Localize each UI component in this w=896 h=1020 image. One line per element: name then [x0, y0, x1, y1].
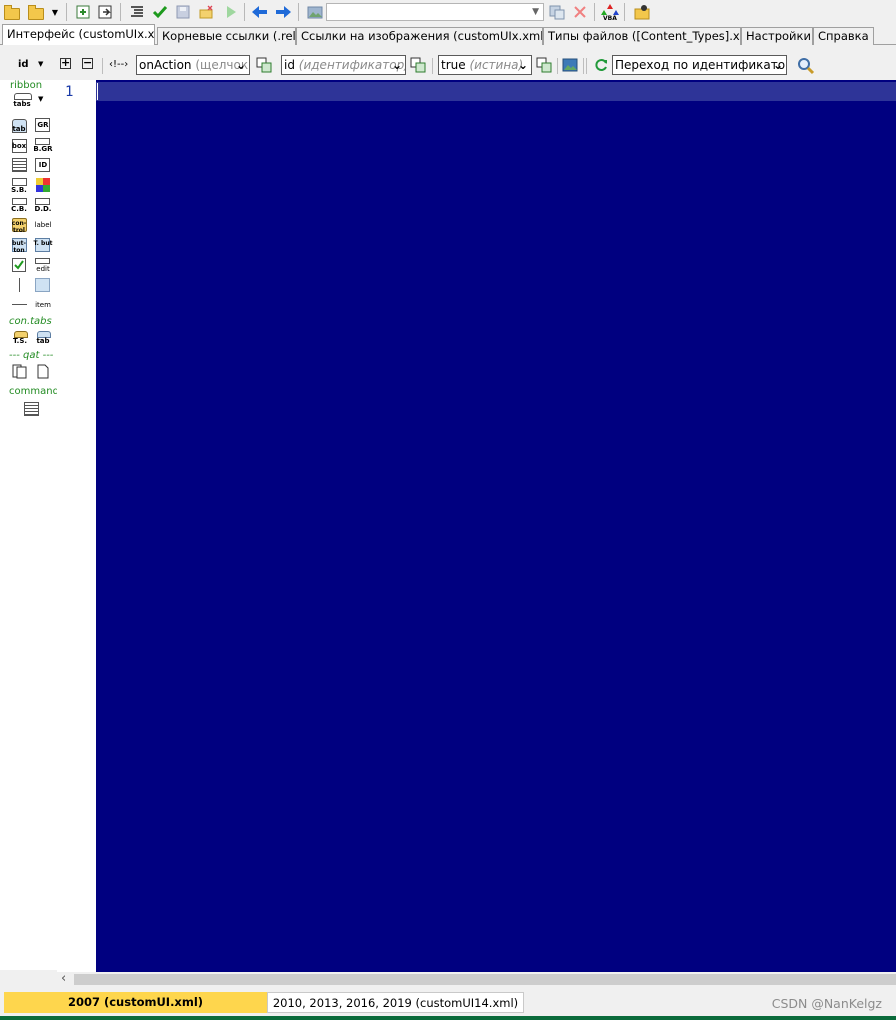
- palette-ribbon-header: ribbon: [10, 80, 43, 91]
- shared-controls-icon[interactable]: [12, 364, 28, 379]
- callback-select[interactable]: onAction (щелчок ⌄: [136, 55, 250, 75]
- horizontal-scrollbar[interactable]: ‹: [57, 972, 896, 987]
- insert-image-icon[interactable]: [548, 3, 566, 21]
- palette-toggle-button[interactable]: T. but: [33, 240, 53, 247]
- xml-toolbar: id ▼ + − ‹!--› onAction (щелчок ⌄ id (иде…: [0, 53, 896, 79]
- back-arrow-icon[interactable]: [251, 3, 269, 21]
- document-tabs: Интерфейс (customUIx.xml) Корневые ссылк…: [0, 24, 896, 45]
- id-dropdown-icon[interactable]: ▼: [38, 60, 43, 68]
- palette-button-group[interactable]: B.GR: [33, 146, 53, 153]
- tab-root-rels[interactable]: Корневые ссылки (.rels): [157, 27, 296, 45]
- attribute-select[interactable]: id (идентификатор) ⌄: [281, 55, 406, 75]
- dialog-launcher-icon[interactable]: [35, 278, 50, 292]
- generate-callbacks-icon[interactable]: [222, 3, 240, 21]
- palette-group[interactable]: GR: [33, 122, 53, 129]
- palette-contextual-tabs-header: con.tabs: [9, 316, 52, 327]
- expand-plus-icon[interactable]: +: [60, 57, 71, 69]
- current-line-highlight: [96, 82, 896, 101]
- tab-content-types[interactable]: Типы файлов ([Content_Types].xml): [543, 27, 741, 45]
- palette-edit[interactable]: edit: [33, 266, 53, 273]
- image-combo[interactable]: ▼: [326, 3, 544, 21]
- palette-commands-header: commands: [9, 386, 65, 397]
- goto-select[interactable]: Переход по идентификатору ⌄: [612, 55, 787, 75]
- palette-dropdown[interactable]: D.D.: [33, 206, 53, 213]
- forward-arrow-icon[interactable]: [274, 3, 292, 21]
- insert-attribute-icon[interactable]: [410, 57, 426, 73]
- separator-icon[interactable]: [19, 278, 20, 292]
- text-caret: [97, 83, 98, 100]
- dropdown-icon[interactable]: [35, 198, 50, 205]
- checkbox-icon[interactable]: [12, 258, 26, 272]
- picture-icon[interactable]: [562, 57, 578, 73]
- editbox-icon[interactable]: [35, 258, 50, 264]
- image-icon[interactable]: [306, 3, 324, 21]
- insert-ui-part-icon[interactable]: [74, 3, 92, 21]
- combobox-icon[interactable]: [12, 198, 27, 205]
- tabs-dropdown-icon[interactable]: ▼: [38, 95, 43, 103]
- main-toolbar: ▼ ▼ VBA: [0, 0, 896, 24]
- palette-item[interactable]: item: [33, 302, 53, 309]
- id-label[interactable]: id: [18, 59, 29, 70]
- comment-button[interactable]: ‹!--›: [109, 59, 128, 70]
- palette-control[interactable]: con-trol: [9, 220, 29, 234]
- palette-qat-header: --- qat ---: [9, 350, 54, 361]
- watermark: CSDN @NanKelgz: [771, 996, 882, 1011]
- tab-help[interactable]: Справка: [813, 27, 874, 45]
- palette-button[interactable]: but-ton: [9, 240, 29, 254]
- bottom-border: [0, 1016, 896, 1020]
- tab-customui-2007[interactable]: 2007 (customUI.xml): [4, 992, 267, 1013]
- menu-separator-icon[interactable]: [12, 304, 27, 305]
- line-number-gutter: 1: [57, 80, 96, 972]
- refresh-icon[interactable]: [593, 57, 609, 73]
- palette-split-button[interactable]: S.B.: [9, 187, 29, 194]
- palette-tabs[interactable]: tabs: [12, 101, 32, 108]
- search-icon[interactable]: [797, 57, 815, 75]
- scroll-left-arrow-icon[interactable]: ‹: [61, 972, 66, 986]
- line-number: 1: [65, 84, 74, 100]
- save-icon[interactable]: [174, 3, 192, 21]
- palette-combobox[interactable]: C.B.: [9, 206, 29, 213]
- palette-tabset[interactable]: T.S.: [10, 338, 30, 345]
- boolean-select[interactable]: true (истина) ⌄: [438, 55, 532, 75]
- palette-context-tab[interactable]: tab: [33, 338, 53, 345]
- insert-ui14-part-icon[interactable]: [96, 3, 114, 21]
- tab-settings[interactable]: Настройки: [741, 27, 813, 45]
- delete-x-icon[interactable]: [571, 3, 589, 21]
- validate-check-icon[interactable]: [151, 3, 169, 21]
- palette-id[interactable]: ID: [33, 162, 53, 169]
- scrollbar-thumb[interactable]: [74, 974, 896, 985]
- element-palette: ribbon tabs ▼ tab GR box B.GR ID S.B. C.…: [0, 80, 64, 970]
- split-button-icon[interactable]: [12, 178, 27, 186]
- palette-box[interactable]: box: [9, 143, 29, 150]
- document-controls-icon[interactable]: [37, 364, 49, 379]
- svg-text:VBA: VBA: [603, 15, 617, 21]
- open-recent-icon[interactable]: [27, 3, 45, 21]
- insert-value-icon[interactable]: [536, 57, 552, 73]
- open-folder-icon[interactable]: [3, 3, 21, 21]
- format-xml-icon[interactable]: [128, 3, 146, 21]
- xml-editor[interactable]: [96, 80, 896, 972]
- settings-folder-icon[interactable]: [633, 3, 651, 21]
- collapse-minus-icon[interactable]: −: [82, 57, 93, 69]
- command-icon[interactable]: [24, 402, 39, 416]
- tab-interface[interactable]: Интерфейс (customUIx.xml): [2, 24, 155, 45]
- tabs-shape-icon: [14, 93, 32, 100]
- button-group-icon[interactable]: [35, 138, 50, 145]
- insert-icons-icon[interactable]: [197, 3, 215, 21]
- recent-dropdown-icon[interactable]: ▼: [50, 3, 60, 21]
- tab-image-rels[interactable]: Ссылки на изображения (customUIx.xml.rel…: [296, 27, 543, 45]
- color-grid-icon[interactable]: [36, 178, 50, 192]
- vba-icon[interactable]: VBA: [601, 3, 619, 21]
- insert-callback-icon[interactable]: [256, 57, 272, 73]
- tab-customui14[interactable]: 2010, 2013, 2016, 2019 (customUI14.xml): [267, 992, 524, 1013]
- palette-tab[interactable]: tab: [9, 126, 29, 133]
- gallery-icon[interactable]: [12, 158, 27, 172]
- palette-label[interactable]: label: [33, 222, 53, 229]
